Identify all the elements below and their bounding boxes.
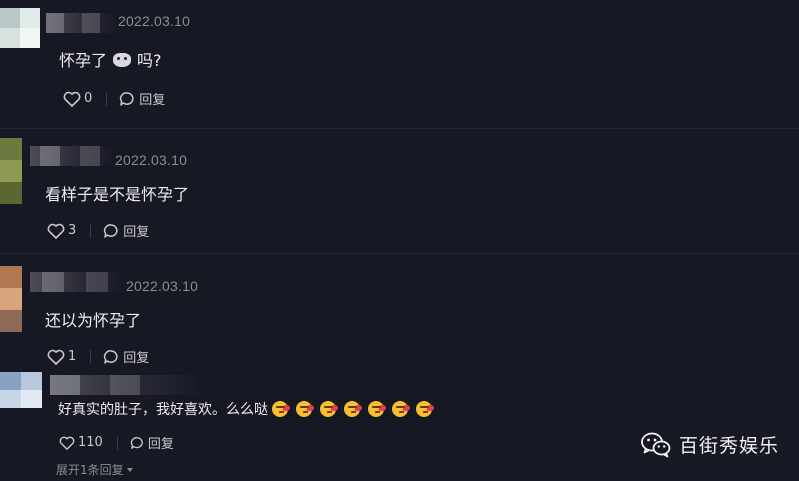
avatar[interactable] xyxy=(0,138,22,204)
username-blurred[interactable] xyxy=(30,272,122,292)
face-blowing-kiss-icon xyxy=(392,401,410,417)
face-blowing-kiss-icon xyxy=(368,401,386,417)
username-blurred[interactable] xyxy=(30,146,112,166)
comment-actions: 0 回复 xyxy=(63,89,165,108)
emoji-row xyxy=(268,401,434,418)
reply-button[interactable]: 回复 xyxy=(103,347,149,366)
divider xyxy=(106,91,108,106)
reply-label: 回复 xyxy=(123,351,150,366)
face-blowing-kiss-icon xyxy=(344,401,362,417)
comment-date: 2022.03.10 xyxy=(126,278,199,294)
reply-label: 回复 xyxy=(123,225,150,240)
speech-bubble-icon xyxy=(130,436,143,449)
speech-bubble-icon xyxy=(104,223,118,238)
like-button[interactable]: 110 xyxy=(59,435,103,450)
separator-line xyxy=(0,253,799,254)
heart-outline-icon xyxy=(59,436,75,450)
like-button[interactable]: 1 xyxy=(47,349,76,365)
face-blowing-kiss-icon xyxy=(296,401,314,417)
divider xyxy=(90,349,92,364)
comment-text: 看样子是不是怀孕了 xyxy=(45,185,190,204)
reply-button[interactable]: 回复 xyxy=(119,89,165,108)
avatar[interactable] xyxy=(0,372,42,408)
username-blurred[interactable] xyxy=(50,375,200,395)
speech-bubble-icon xyxy=(104,349,118,364)
like-button[interactable]: 0 xyxy=(63,91,92,107)
like-count: 0 xyxy=(84,91,93,106)
comment-text-part: 吗? xyxy=(137,51,162,70)
divider xyxy=(90,223,92,238)
like-button[interactable]: 3 xyxy=(47,223,76,239)
wechat-logo-icon xyxy=(641,432,671,457)
reply-button[interactable]: 回复 xyxy=(130,433,174,452)
comment-actions: 110 回复 xyxy=(59,433,174,452)
avatar[interactable] xyxy=(0,8,40,48)
face-blowing-kiss-icon xyxy=(416,401,434,417)
reply-label: 回复 xyxy=(147,437,174,452)
like-count: 110 xyxy=(78,435,103,450)
divider xyxy=(116,435,118,450)
speech-bubble-icon xyxy=(120,91,134,106)
cat-face-icon xyxy=(113,53,132,67)
caret-down-icon xyxy=(126,468,133,472)
expand-replies-button[interactable]: 展开1条回复 xyxy=(56,461,133,478)
face-blowing-kiss-icon xyxy=(320,401,338,417)
comment-text-part: 好真实的肚子，我好喜欢。么么哒 xyxy=(58,402,268,418)
watermark: 百街秀娱乐 xyxy=(641,431,779,458)
reply-button[interactable]: 回复 xyxy=(103,221,149,240)
comment-actions: 3 回复 xyxy=(47,221,149,240)
comment-text: 还以为怀孕了 xyxy=(45,311,142,330)
comment-text: 怀孕了 吗? xyxy=(59,47,162,71)
expand-replies-label: 展开1条回复 xyxy=(56,463,124,477)
reply-label: 回复 xyxy=(139,93,166,108)
like-count: 1 xyxy=(68,349,77,364)
like-count: 3 xyxy=(68,223,77,238)
face-blowing-kiss-icon xyxy=(272,401,290,417)
separator-line xyxy=(0,128,799,129)
comment-text: 好真实的肚子，我好喜欢。么么哒 xyxy=(58,399,434,419)
avatar[interactable] xyxy=(0,266,22,332)
heart-outline-icon xyxy=(47,223,65,239)
heart-outline-icon xyxy=(47,349,65,365)
heart-outline-icon xyxy=(63,91,81,107)
username-blurred[interactable] xyxy=(46,13,116,33)
comment-date: 2022.03.10 xyxy=(115,152,188,168)
comment-actions: 1 回复 xyxy=(47,347,149,366)
comment-text-part: 怀孕了 xyxy=(59,51,108,70)
watermark-label: 百街秀娱乐 xyxy=(679,435,780,457)
comment-date: 2022.03.10 xyxy=(118,13,191,29)
